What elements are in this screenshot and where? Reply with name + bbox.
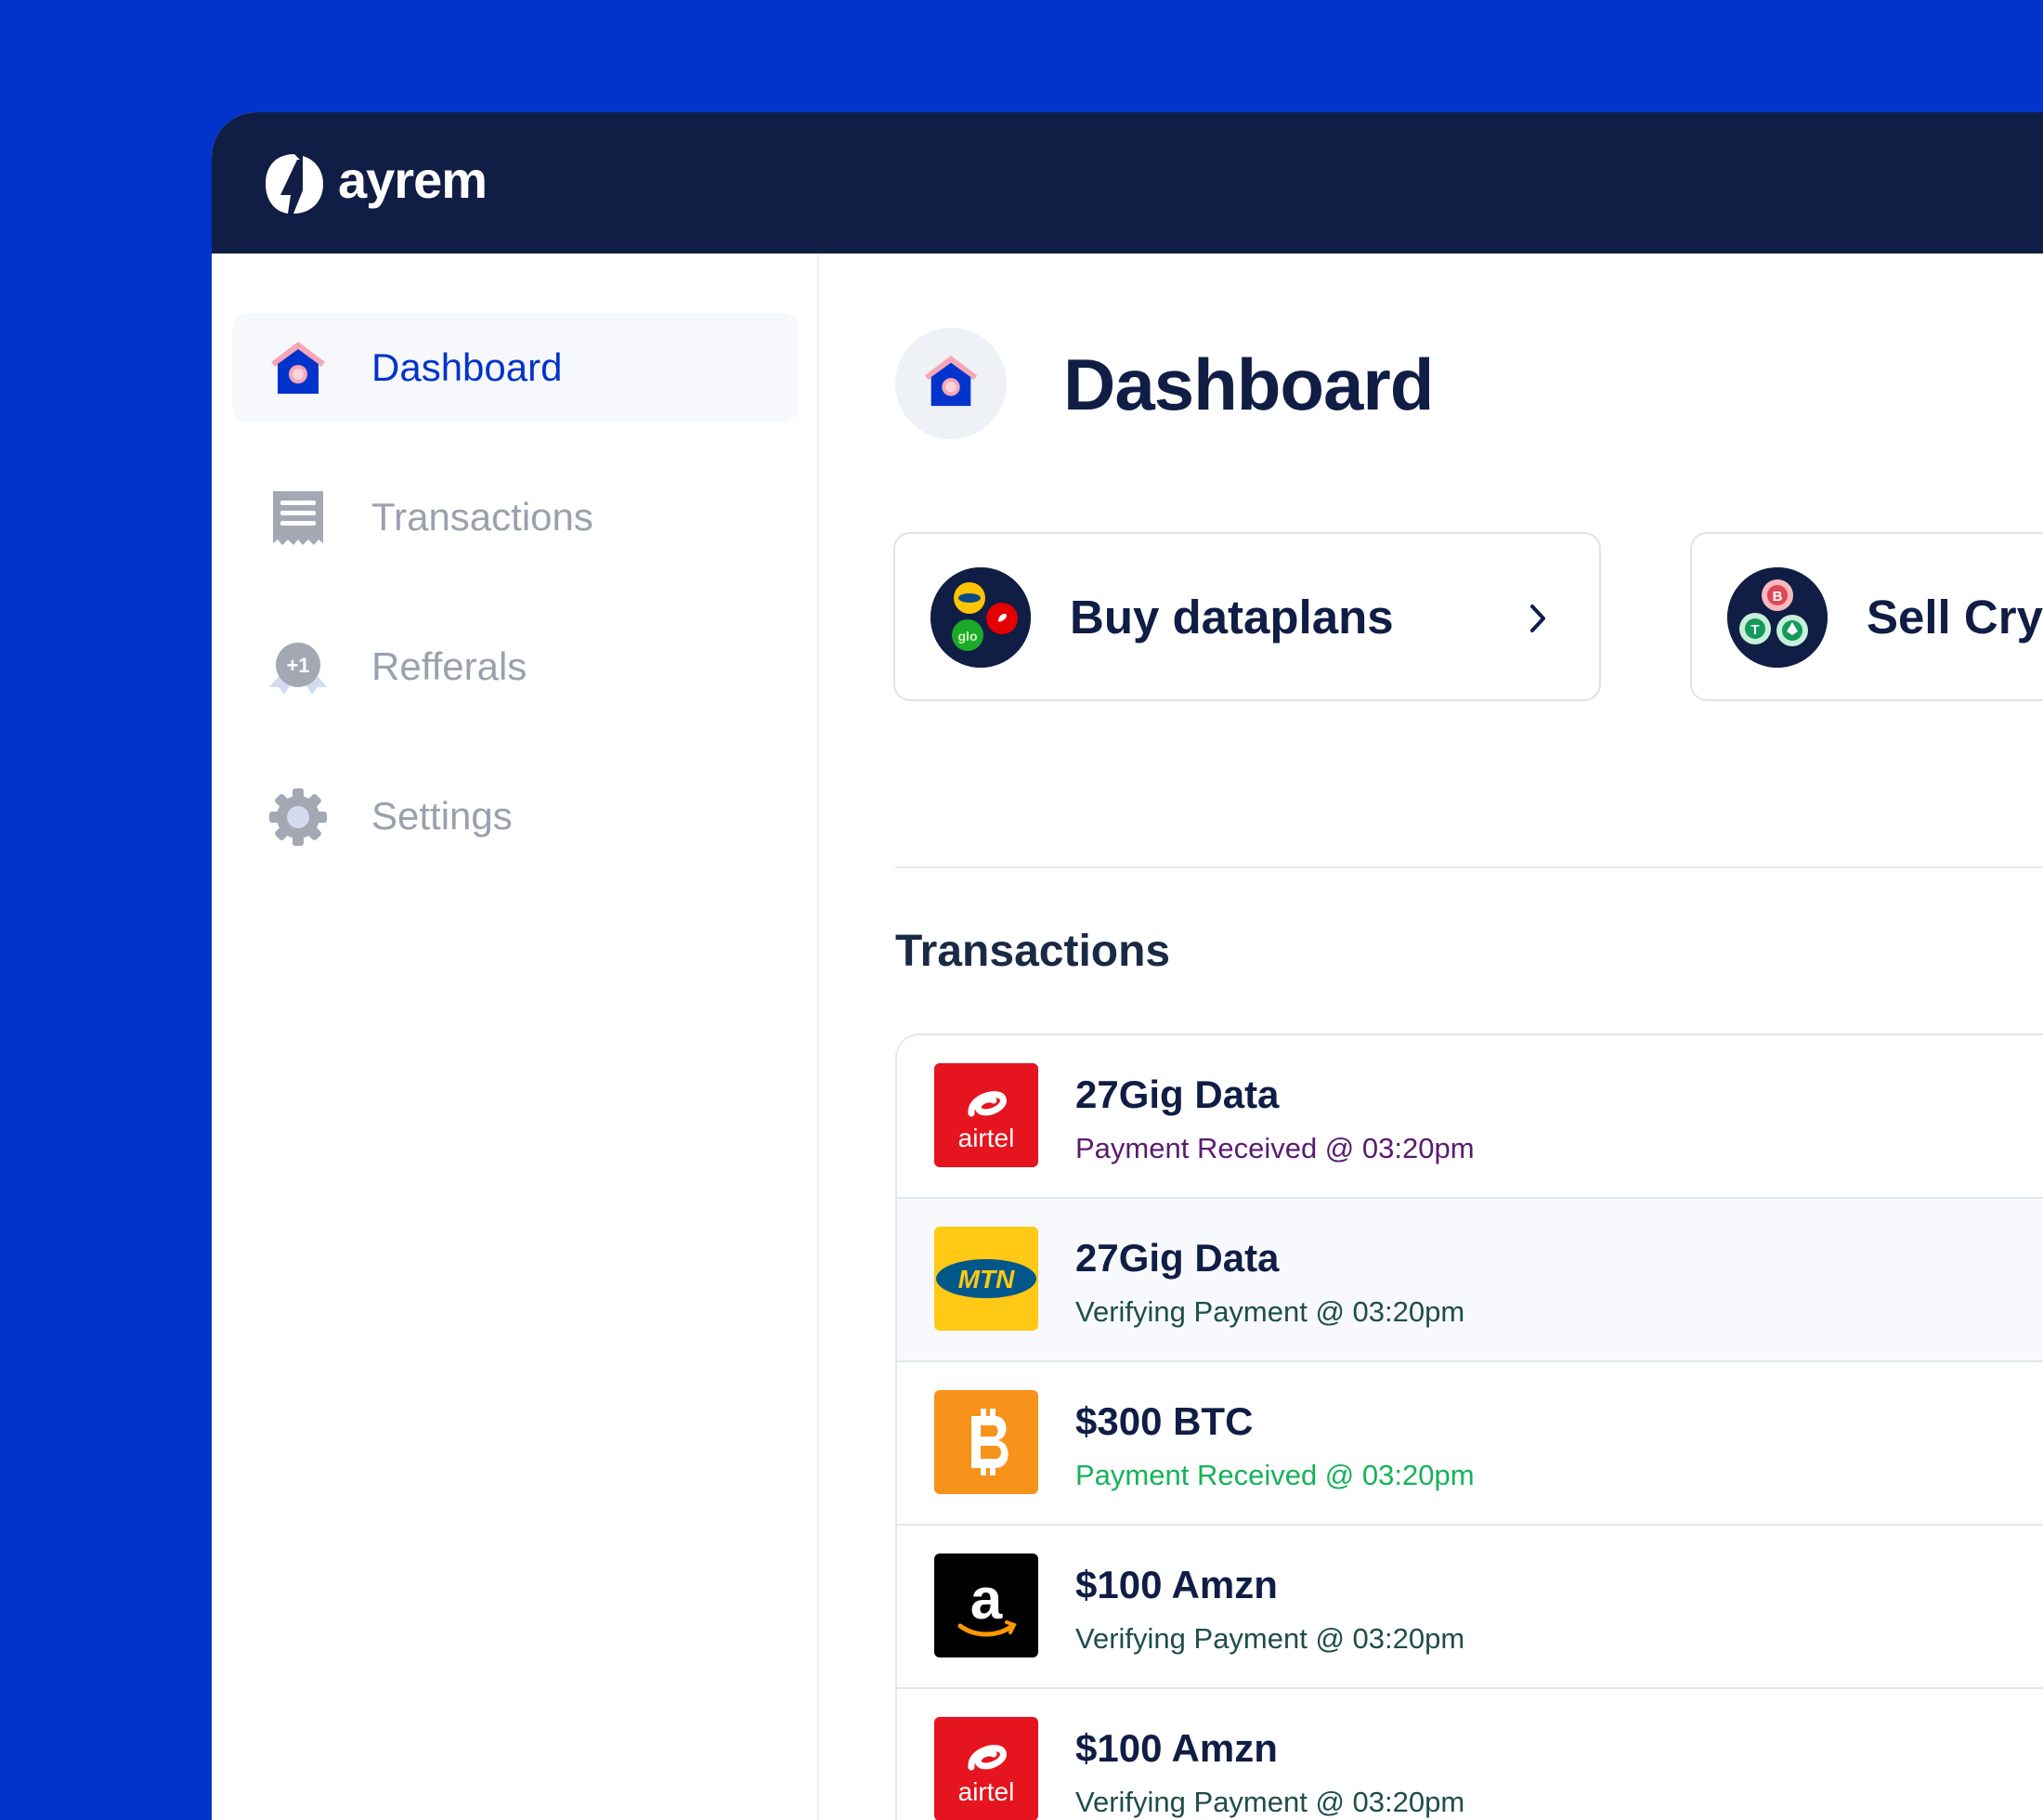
page-title: Dashboard: [1063, 344, 1434, 425]
transaction-name: $300 BTC: [1075, 1399, 1254, 1443]
app-logo[interactable]: ayrem: [266, 150, 488, 214]
table-row[interactable]: airtel $100 Amzn Verifying Payment @ 03:…: [897, 1689, 2043, 1820]
table-row[interactable]: a $100 Amzn Verifying Payment @ 03:20pm: [897, 1526, 2043, 1689]
sidebar-item-label: Dashboard: [371, 345, 563, 389]
svg-text:B: B: [1773, 589, 1783, 604]
sidebar-item-settings[interactable]: Settings: [232, 761, 799, 871]
transaction-status: Payment Received @ 03:20pm: [1075, 1132, 1475, 1164]
table-row[interactable]: MTN 27Gig Data Verifying Payment @ 03:20…: [897, 1199, 2043, 1362]
sidebar-item-transactions[interactable]: Transactions: [232, 462, 799, 572]
amazon-logo: a: [934, 1554, 1038, 1658]
top-bar: ayrem: [212, 112, 2043, 254]
action-label: Buy dataplans: [1070, 591, 1394, 644]
svg-text:T: T: [1750, 622, 1759, 638]
crypto-coins-icon: B T: [1727, 567, 1828, 668]
page-icon: [895, 328, 1007, 439]
transaction-status: Verifying Payment @ 03:20pm: [1075, 1786, 1465, 1818]
transaction-name: $100 Amzn: [1075, 1726, 1278, 1770]
main-content: Dashboard glo Buy dataplans B T Sell Cry…: [819, 254, 2043, 1820]
transaction-name: 27Gig Data: [1075, 1236, 1280, 1280]
airtel-logo: airtel: [934, 1063, 1038, 1167]
transaction-name: 27Gig Data: [1075, 1072, 1280, 1116]
network-providers-icon: glo: [930, 567, 1031, 668]
chevron-right-icon: [1530, 604, 1545, 632]
transactions-heading: Transactions: [895, 927, 1171, 976]
transaction-status: Verifying Payment @ 03:20pm: [1075, 1622, 1465, 1655]
referral-badge-icon: +1: [267, 637, 329, 698]
sell-crypto-card[interactable]: B T Sell Cry: [1690, 532, 2043, 701]
sidebar: Dashboard Transactions +1 Refferals Sett…: [212, 254, 819, 1820]
airtel-logo-text: airtel: [958, 1777, 1015, 1806]
mtn-logo-text: MTN: [958, 1265, 1015, 1294]
app-window: ayrem Dashboard Transactions +1 Refferal…: [212, 112, 2043, 1820]
bitcoin-logo: [934, 1390, 1038, 1494]
receipt-icon: [267, 488, 329, 549]
home-icon: [267, 338, 329, 399]
sidebar-item-dashboard[interactable]: Dashboard: [232, 313, 799, 422]
transaction-name: $100 Amzn: [1075, 1563, 1278, 1606]
svg-text:a: a: [970, 1567, 1003, 1632]
svg-text:+1: +1: [286, 654, 309, 677]
airtel-logo: airtel: [934, 1717, 1038, 1820]
action-label: Sell Cry: [1867, 591, 2043, 644]
section-divider: [895, 866, 2043, 868]
table-row[interactable]: airtel 27Gig Data Payment Received @ 03:…: [897, 1035, 2043, 1199]
transaction-status: Verifying Payment @ 03:20pm: [1075, 1295, 1465, 1328]
sidebar-item-refferals[interactable]: +1 Refferals: [232, 612, 799, 722]
app-name: ayrem: [338, 150, 488, 209]
sidebar-item-label: Transactions: [371, 495, 593, 539]
sidebar-item-label: Settings: [371, 794, 513, 838]
transaction-status: Payment Received @ 03:20pm: [1075, 1459, 1475, 1491]
table-row[interactable]: $300 BTC Payment Received @ 03:20pm: [897, 1362, 2043, 1526]
gear-icon: [267, 786, 329, 848]
transactions-list: airtel 27Gig Data Payment Received @ 03:…: [895, 1034, 2043, 1820]
svg-text:glo: glo: [958, 629, 978, 644]
mtn-logo: MTN: [934, 1227, 1038, 1331]
airtel-logo-text: airtel: [958, 1124, 1015, 1152]
buy-dataplans-card[interactable]: glo Buy dataplans: [893, 532, 1601, 701]
home-icon: [924, 355, 978, 407]
sidebar-item-label: Refferals: [371, 644, 527, 688]
lightning-logo-icon: [266, 153, 323, 214]
